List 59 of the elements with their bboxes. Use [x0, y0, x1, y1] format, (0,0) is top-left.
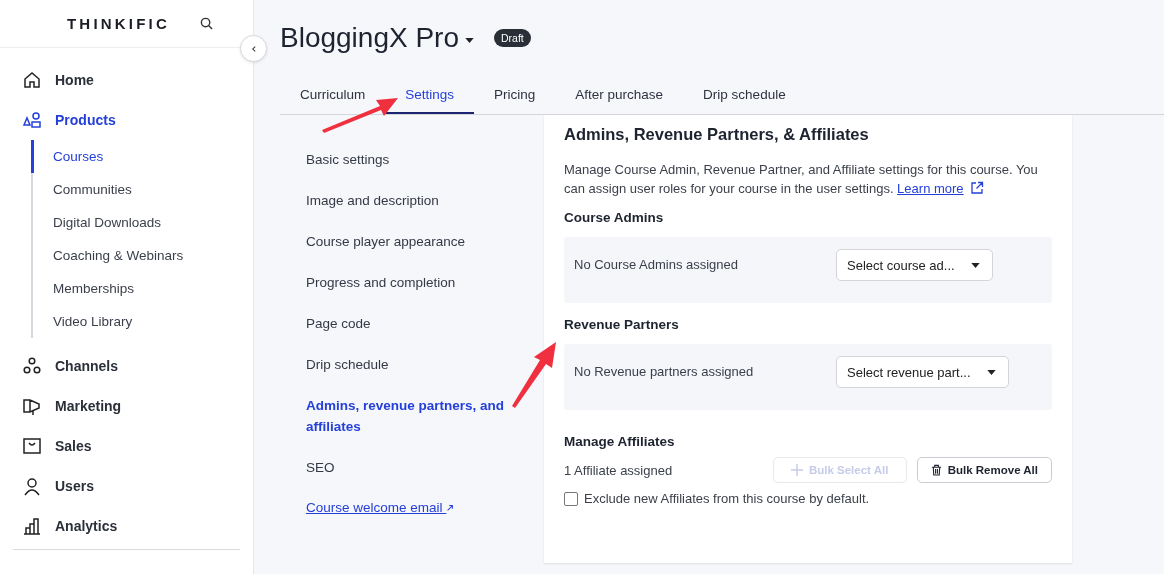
logo: THINKIFIC [67, 15, 170, 32]
nav-subitem[interactable]: Courses [31, 140, 253, 173]
plus-icon [790, 464, 803, 476]
settings-nav-item[interactable]: Course player appearance [306, 231, 511, 252]
nav-subitem[interactable]: Communities [31, 173, 253, 206]
user-icon [22, 476, 42, 496]
tab[interactable]: Pricing [474, 76, 556, 114]
settings-nav-item[interactable]: SEO [306, 457, 511, 478]
tab[interactable]: Curriculum [280, 76, 386, 114]
tab[interactable]: Drip schedule [683, 76, 806, 114]
nav-subitem[interactable]: Video Library [31, 305, 253, 338]
search-icon[interactable] [199, 17, 213, 30]
status-badge: Draft [494, 29, 531, 47]
nav-item[interactable]: Analytics [22, 506, 253, 546]
settings-nav-item[interactable]: Drip schedule [306, 354, 511, 375]
settings-link[interactable]: Course welcome email [306, 500, 455, 515]
nav-item[interactable]: Products [22, 100, 253, 140]
nav-item[interactable]: Marketing [22, 386, 253, 426]
inbox-icon [22, 436, 42, 456]
panel-title: Admins, Revenue Partners, & Affiliates [564, 125, 870, 144]
description: Manage Course Admin, Revenue Partner, and Affiliate settings for this course. You can assign user roles for your course in the user settings. Learn more [564, 161, 1039, 198]
chevron-left-icon [249, 44, 258, 53]
settings-nav-item[interactable]: Page code [306, 313, 511, 334]
megaphone-icon [22, 396, 42, 416]
settings-nav-item[interactable]: Admins, revenue partners, and affiliates [306, 395, 511, 437]
bar-chart-icon [22, 516, 42, 536]
external-link-icon[interactable] [969, 181, 984, 195]
affiliate-count: 1 Affiliate assigned [564, 462, 673, 478]
course-title[interactable]: BloggingX Pro [280, 22, 459, 54]
nav-item[interactable]: Sales [22, 426, 253, 466]
section-title: Manage Affiliates [564, 434, 676, 449]
select-dropdown[interactable]: Select revenue part... [836, 356, 1009, 388]
empty-text: No Course Admins assigned [574, 257, 740, 272]
select-dropdown[interactable]: Select course ad... [836, 249, 993, 281]
nav-subitem[interactable]: Digital Downloads [31, 206, 253, 239]
nav-item[interactable]: Home [22, 60, 253, 100]
empty-text: No Revenue partners assigned [574, 364, 755, 379]
caret-down-icon [986, 369, 996, 375]
checkbox[interactable] [564, 491, 578, 506]
section-title: Revenue Partners [564, 317, 680, 332]
arrow-up-right-icon [446, 504, 455, 512]
shapes-icon [22, 110, 42, 130]
bulk-button[interactable]: Bulk Remove All [916, 457, 1052, 483]
caret-down-icon [970, 262, 980, 268]
settings-nav-item[interactable]: Progress and completion [306, 272, 511, 293]
settings-nav-item[interactable]: Basic settings [306, 149, 511, 170]
learn-more-link[interactable]: Learn more [897, 181, 964, 196]
checkbox-label: Exclude new Affiliates from this course by default. [584, 491, 870, 506]
nav-subitem[interactable]: Memberships [31, 272, 253, 305]
section-title: Course Admins [564, 210, 665, 225]
settings-nav-item[interactable]: Image and description [306, 190, 511, 211]
tab[interactable]: After purchase [555, 76, 684, 114]
nav-subitem[interactable]: Coaching & Webinars [31, 239, 253, 272]
caret-icon[interactable] [465, 37, 474, 43]
nav-item[interactable]: Channels [22, 346, 253, 386]
circles-icon [22, 356, 42, 376]
nav-item[interactable]: Users [22, 466, 253, 506]
trash-icon [930, 464, 942, 476]
home-icon [22, 70, 42, 90]
